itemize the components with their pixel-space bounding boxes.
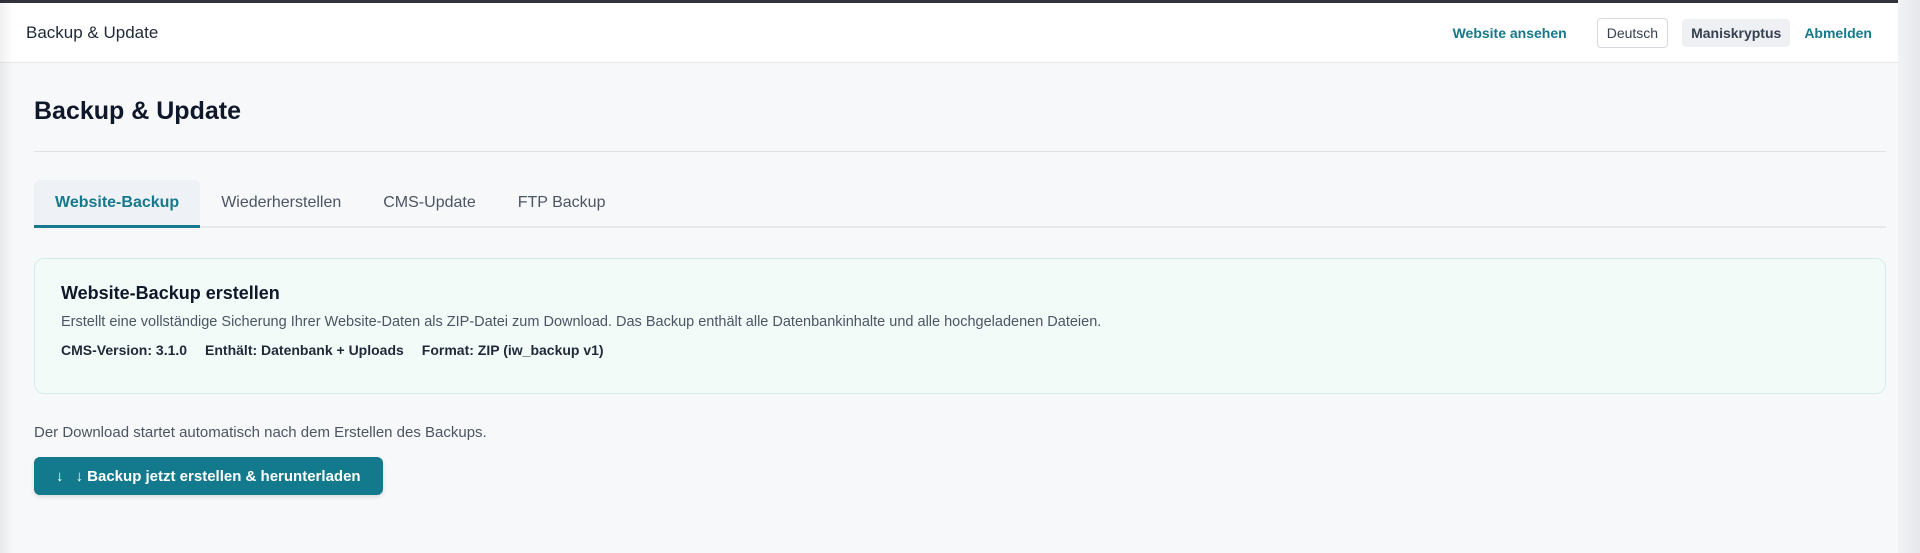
create-backup-label: ↓ Backup jetzt erstellen & herunterladen [75,467,361,485]
main-content: Backup & Update Website-Backup Wiederher… [34,63,1886,495]
app-title: Backup & Update [26,22,159,42]
tab-ftp-backup[interactable]: FTP Backup [497,180,627,228]
backup-format: Format: ZIP (iw_backup v1) [421,342,604,358]
top-bar: Backup & Update Website ansehen Deutsch … [0,3,1898,63]
card-meta: CMS-Version: 3.1.0 Enthält: Datenbank + … [61,342,1859,358]
window-scrollbar-area [1898,0,1920,553]
page-title: Backup & Update [34,97,241,125]
left-edge-shadow [0,0,14,553]
download-note: Der Download startet automatisch nach de… [34,424,487,441]
card-description: Erstellt eine vollständige Sicherung Ihr… [61,314,1102,330]
backup-info-card: Website-Backup erstellen Erstellt eine v… [34,258,1886,394]
view-website-link[interactable]: Website ansehen [1453,25,1567,41]
backup-contents: Enthält: Datenbank + Uploads [205,342,404,358]
create-backup-button[interactable]: ↓ ↓ Backup jetzt erstellen & herunterlad… [34,457,383,495]
card-title: Website-Backup erstellen [61,283,280,303]
tab-website-backup[interactable]: Website-Backup [34,180,201,228]
logout-link[interactable]: Abmelden [1804,25,1872,41]
top-actions: Website ansehen Deutsch Maniskryptus Abm… [1453,17,1872,48]
language-select[interactable]: Deutsch [1596,17,1669,48]
user-badge[interactable]: Maniskryptus [1682,18,1791,47]
download-arrow-icon: ↓ [56,467,64,485]
cms-version: CMS-Version: 3.1.0 [61,342,188,358]
tab-restore[interactable]: Wiederherstellen [200,180,362,228]
title-divider [34,151,1886,152]
tab-bar: Website-Backup Wiederherstellen CMS-Upda… [34,180,1886,228]
tab-cms-update[interactable]: CMS-Update [362,180,496,228]
